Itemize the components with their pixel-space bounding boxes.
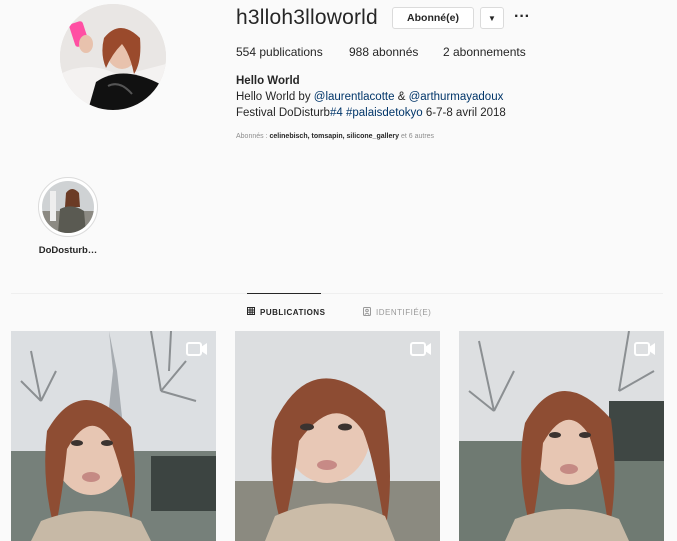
profile-avatar[interactable] [60,4,166,110]
video-camera-icon [634,341,656,357]
post-tile[interactable] [11,331,216,541]
bio-line-2: Hello World by @laurentlacotte & @arthur… [236,89,506,105]
tag-icon [363,307,371,318]
bio-text: Festival DoDisturb [236,107,330,119]
more-options-button[interactable]: ··· [512,7,532,27]
video-camera-icon [410,341,432,357]
following-count[interactable]: 2 abonnements [443,45,526,59]
followers-count[interactable]: 988 abonnés [349,45,418,59]
tab-publications[interactable]: PUBLICATIONS [247,307,325,317]
followed-by-suffix: et 6 autres [399,133,435,140]
bio-text: 6-7-8 avril 2018 [422,107,506,119]
story-highlight[interactable] [38,177,98,237]
profile-bio: Hello World Hello World by @laurentlacot… [236,73,506,121]
mention-link[interactable]: @arthurmayadoux [409,91,504,103]
section-divider [11,293,663,294]
bio-name: Hello World [236,75,300,87]
video-camera-icon [186,341,208,357]
mention-link[interactable]: @laurentlacotte [314,91,395,103]
ellipsis-icon: ··· [514,8,530,25]
triangle-down-icon: ▼ [488,13,496,23]
hashtag-link[interactable]: #palaisdetokyo [346,107,423,119]
highlight-thumbnail [42,181,94,233]
following-button[interactable]: Abonné(e) [392,7,474,29]
post-tile[interactable] [235,331,440,541]
followed-by-names: celinebisch, tomsapin, silicone_gallery [269,133,400,140]
followed-by[interactable]: Abonnés : celinebisch, tomsapin, silicon… [236,133,434,140]
hashtag-link[interactable]: #4 [330,107,343,119]
followed-by-prefix: Abonnés : [236,133,270,140]
posts-count: 554 publications [236,45,323,59]
highlight-label: DoDosturb… [38,245,98,256]
tab-label: PUBLICATIONS [260,307,326,317]
grid-icon [247,307,255,317]
active-tab-indicator [247,293,321,294]
tab-tagged[interactable]: IDENTIFIÉ(E) [363,307,431,318]
tab-label: IDENTIFIÉ(E) [376,308,432,317]
bio-text: Hello World by [236,91,314,103]
profile-username: h3lloh3lloworld [236,6,378,29]
bio-text: & [394,91,409,103]
suggestions-dropdown-button[interactable]: ▼ [480,7,504,29]
bio-line-3: Festival DoDisturb#4 #palaisdetokyo 6-7-… [236,105,506,121]
post-tile[interactable] [459,331,664,541]
